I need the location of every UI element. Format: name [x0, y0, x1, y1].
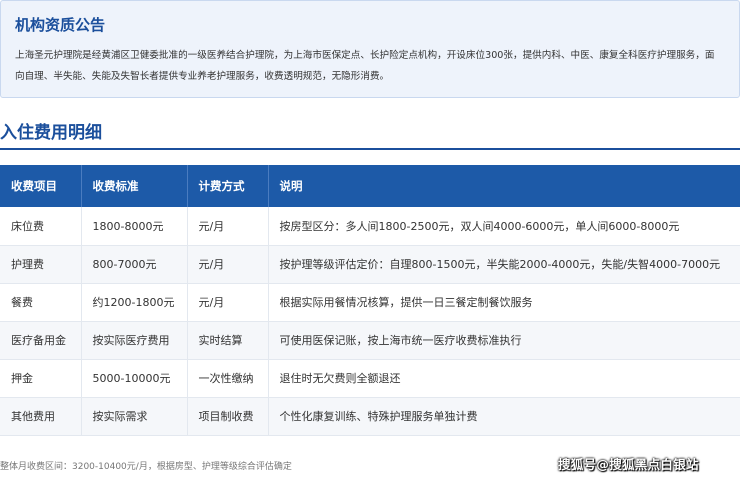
table-row: 餐费 约1200-1800元 元/月 根据实际用餐情况核算，提供一日三餐定制餐饮…: [0, 283, 740, 322]
table-cell: 元/月: [187, 207, 269, 246]
section-title: 入住费用明细: [0, 120, 740, 150]
qualification-notice: 机构资质公告 上海圣元护理院是经黄浦区卫健委批准的一级医养结合护理院，为上海市医…: [0, 0, 740, 98]
table-header-row: 收费项目 收费标准 计费方式 说明: [0, 165, 740, 207]
table-cell: 按房型区分：多人间1800-2500元，双人间4000-6000元，单人间600…: [268, 207, 740, 246]
table-cell: 按实际需求: [81, 397, 188, 436]
table-cell: 5000-10000元: [81, 359, 188, 398]
table-cell: 按护理等级评估定价：自理800-1500元，半失能2000-4000元，失能/失…: [268, 245, 740, 284]
table-cell: 押金: [0, 359, 82, 398]
table-cell: 退住时无欠费则全额退还: [268, 359, 740, 398]
table-row: 其他费用 按实际需求 项目制收费 个性化康复训练、特殊护理服务单独计费: [0, 397, 740, 436]
summary-note: 整体月收费区间：3200-10400元/月，根据房型、护理等级综合评估确定: [0, 462, 292, 472]
notice-body: 上海圣元护理院是经黄浦区卫健委批准的一级医养结合护理院，为上海市医保定点、长护险…: [15, 50, 715, 82]
table-cell: 约1200-1800元: [81, 283, 188, 322]
watermark: 搜狐号@搜狐黑点白银站: [558, 457, 699, 472]
table-cell: 护理费: [0, 245, 82, 284]
table-cell: 按实际医疗费用: [81, 321, 188, 360]
table-row: 床位费 1800-8000元 元/月 按房型区分：多人间1800-2500元，双…: [0, 207, 740, 246]
notice-title: 机构资质公告: [15, 16, 106, 34]
column-header: 收费项目: [0, 165, 82, 207]
table-row: 押金 5000-10000元 一次性缴纳 退住时无欠费则全额退还: [0, 359, 740, 398]
table-cell: 可使用医保记账，按上海市统一医疗收费标准执行: [268, 321, 740, 360]
table-cell: 个性化康复训练、特殊护理服务单独计费: [268, 397, 740, 436]
table-cell: 其他费用: [0, 397, 82, 436]
table-cell: 元/月: [187, 283, 269, 322]
column-header: 收费标准: [81, 165, 188, 207]
table-cell: 床位费: [0, 207, 82, 246]
table-cell: 1800-8000元: [81, 207, 188, 246]
column-header: 说明: [268, 165, 740, 207]
table-cell: 项目制收费: [187, 397, 269, 436]
table-cell: 一次性缴纳: [187, 359, 269, 398]
column-header: 计费方式: [187, 165, 269, 207]
table-row: 医疗备用金 按实际医疗费用 实时结算 可使用医保记账，按上海市统一医疗收费标准执…: [0, 321, 740, 360]
fee-table: 收费项目 收费标准 计费方式 说明 床位费 1800-8000元 元/月 按房型…: [0, 165, 740, 436]
table-cell: 元/月: [187, 245, 269, 284]
table-cell: 实时结算: [187, 321, 269, 360]
table-cell: 根据实际用餐情况核算，提供一日三餐定制餐饮服务: [268, 283, 740, 322]
table-cell: 餐费: [0, 283, 82, 322]
table-row: 护理费 800-7000元 元/月 按护理等级评估定价：自理800-1500元，…: [0, 245, 740, 284]
table-cell: 800-7000元: [81, 245, 188, 284]
table-cell: 医疗备用金: [0, 321, 82, 360]
